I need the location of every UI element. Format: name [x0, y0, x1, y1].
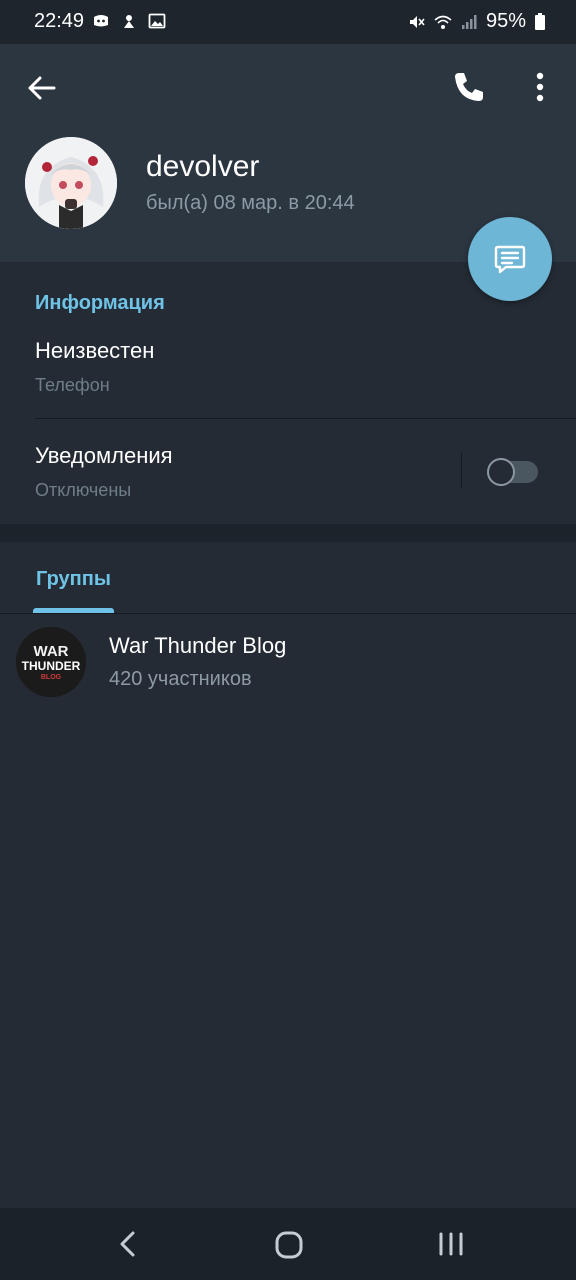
status-time: 22:49: [34, 10, 85, 32]
nav-recent-apps-icon[interactable]: [434, 1228, 468, 1260]
nav-back-icon[interactable]: [112, 1228, 144, 1260]
avatar-image: [25, 137, 117, 229]
profile-name: devolver: [146, 150, 260, 183]
system-nav-bar: [0, 1208, 576, 1280]
wifi-icon: [434, 15, 452, 29]
profile-screen: 22:49 95% devolver был(а) 08 мар. в 20:4…: [0, 0, 576, 1280]
notifications-title[interactable]: Уведомления: [35, 443, 173, 469]
mute-icon: [409, 15, 425, 28]
vertical-divider: [461, 452, 462, 488]
list-item[interactable]: WAR THUNDER BLOG War Thunder Blog 420 уч…: [0, 614, 576, 704]
more-vertical-icon[interactable]: [526, 68, 554, 106]
phone-label: Телефон: [35, 375, 110, 395]
divider: [35, 418, 576, 419]
logo-text-war: WAR: [34, 643, 69, 660]
notifications-status: Отключены: [35, 480, 132, 500]
phone-value[interactable]: Неизвестен: [35, 338, 154, 364]
nav-home-icon[interactable]: [272, 1228, 306, 1262]
image-icon: [148, 13, 166, 29]
system-status: 95%: [408, 10, 546, 33]
signal-icon: [461, 14, 477, 29]
toggle-knob: [487, 458, 515, 486]
group-name: War Thunder Blog: [109, 633, 287, 658]
phone-icon[interactable]: [450, 68, 488, 106]
steam-icon: [124, 15, 134, 28]
notification-icons: [92, 12, 166, 30]
logo-text-thunder: THUNDER: [22, 659, 81, 673]
discord-icon: [94, 15, 108, 27]
group-members-count: 420 участников: [109, 668, 252, 690]
status-bar: 22:49 95%: [0, 0, 576, 44]
last-seen-status: был(а) 08 мар. в 20:44: [146, 192, 355, 214]
back-button[interactable]: [24, 70, 60, 106]
send-message-button[interactable]: [468, 217, 552, 301]
notifications-toggle[interactable]: [487, 458, 538, 486]
info-section-title: Информация: [35, 292, 165, 314]
tab-groups[interactable]: Группы: [36, 568, 111, 591]
section-separator: [0, 524, 576, 542]
message-icon: [494, 245, 526, 274]
info-section: Информация Неизвестен Телефон Уведомлени…: [0, 262, 576, 524]
group-avatar: WAR THUNDER BLOG: [16, 627, 86, 697]
avatar[interactable]: [25, 137, 117, 229]
logo-text-blog: BLOG: [41, 674, 62, 681]
groups-section: Группы WAR THUNDER BLOG War Thunder Blog…: [0, 542, 576, 1208]
group-avatar-logo: WAR THUNDER BLOG: [16, 627, 86, 697]
battery-percent: 95%: [485, 10, 526, 32]
battery-icon: [535, 12, 545, 30]
